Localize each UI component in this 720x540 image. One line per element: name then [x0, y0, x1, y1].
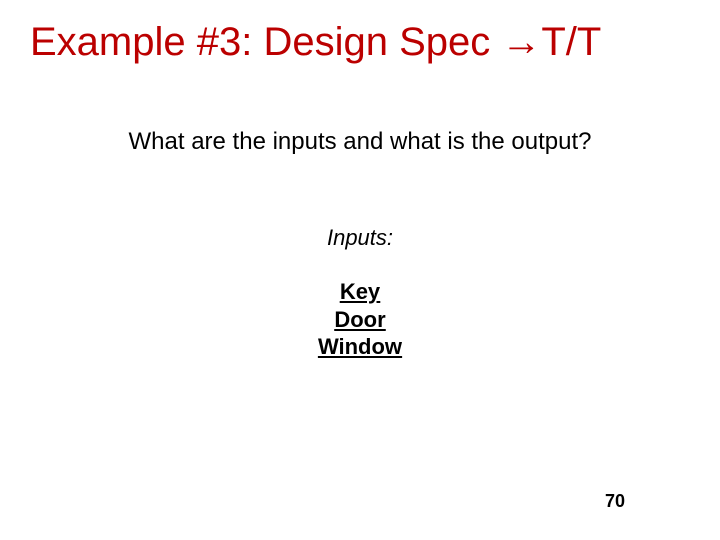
- input-item: Window: [0, 333, 720, 361]
- question-text: What are the inputs and what is the outp…: [0, 128, 720, 156]
- slide: Example #3: Design Spec →T/T What are th…: [0, 0, 720, 540]
- input-item: Door: [0, 306, 720, 334]
- inputs-heading: Inputs:: [0, 225, 720, 251]
- input-item: Key: [0, 278, 720, 306]
- inputs-list: Key Door Window: [0, 278, 720, 361]
- slide-title: Example #3: Design Spec →T/T: [0, 20, 720, 65]
- page-number: 70: [605, 491, 625, 512]
